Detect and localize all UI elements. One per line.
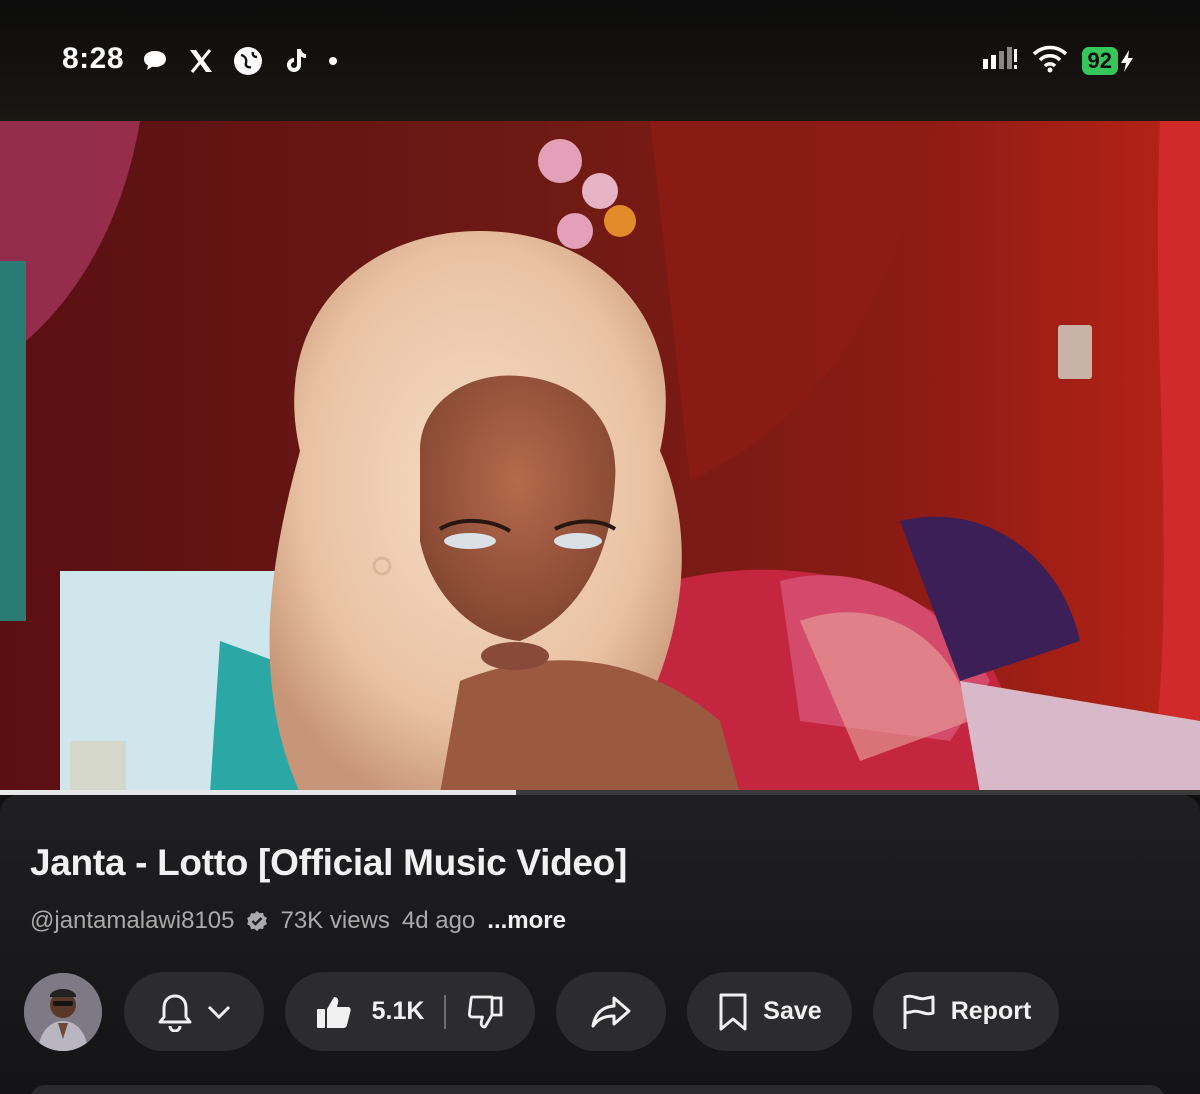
system-icons: 92 — [982, 44, 1134, 78]
verified-badge-icon — [246, 910, 268, 932]
status-bar: 8:28 92 — [0, 0, 1200, 121]
next-section-card[interactable] — [30, 1085, 1165, 1094]
thumbs-down-icon — [468, 995, 503, 1028]
messages-icon — [140, 46, 170, 76]
browser-icon — [232, 45, 264, 77]
upload-age: 4d ago — [401, 907, 476, 934]
report-button[interactable]: Report — [873, 972, 1059, 1051]
view-count: 73K views — [280, 907, 390, 934]
notification-subscribe-button[interactable] — [124, 972, 264, 1051]
tiktok-icon — [280, 46, 310, 76]
charging-icon — [1121, 50, 1133, 72]
x-icon — [186, 46, 216, 76]
action-row: 5.1K Save Report — [24, 972, 1080, 1051]
bell-icon — [158, 994, 192, 1032]
battery-level: 92 — [1081, 47, 1118, 75]
signal-icon — [982, 46, 1018, 76]
video-frame — [0, 121, 1200, 793]
flag-icon — [903, 994, 935, 1029]
report-label: Report — [950, 997, 1032, 1025]
video-info-panel: Janta - Lotto [Official Music Video] @ja… — [0, 795, 1200, 1094]
bookmark-icon — [719, 993, 747, 1030]
dot-icon — [326, 54, 340, 68]
video-meta: @jantamalawi8105 73K views 4d ago ...mor… — [30, 907, 566, 935]
save-label: Save — [763, 997, 822, 1025]
battery-icon: 92 — [1081, 47, 1134, 75]
channel-handle[interactable]: @jantamalawi8105 — [30, 907, 234, 935]
status-time: 8:28 — [62, 42, 125, 75]
wifi-icon — [1032, 45, 1068, 78]
more-link[interactable]: ...more — [487, 907, 566, 935]
chevron-down-icon — [207, 1005, 231, 1019]
like-count: 5.1K — [371, 997, 425, 1025]
share-button[interactable] — [556, 972, 666, 1051]
dislike-button[interactable] — [446, 995, 504, 1029]
share-icon — [591, 996, 631, 1027]
like-dislike-group: 5.1K — [285, 972, 535, 1051]
notification-icons — [140, 42, 340, 80]
like-button[interactable]: 5.1K — [316, 995, 445, 1029]
video-player[interactable] — [0, 121, 1200, 793]
thumbs-up-icon — [316, 996, 351, 1028]
channel-avatar[interactable] — [24, 972, 102, 1051]
save-button[interactable]: Save — [687, 972, 852, 1051]
video-title[interactable]: Janta - Lotto [Official Music Video] — [30, 842, 627, 884]
